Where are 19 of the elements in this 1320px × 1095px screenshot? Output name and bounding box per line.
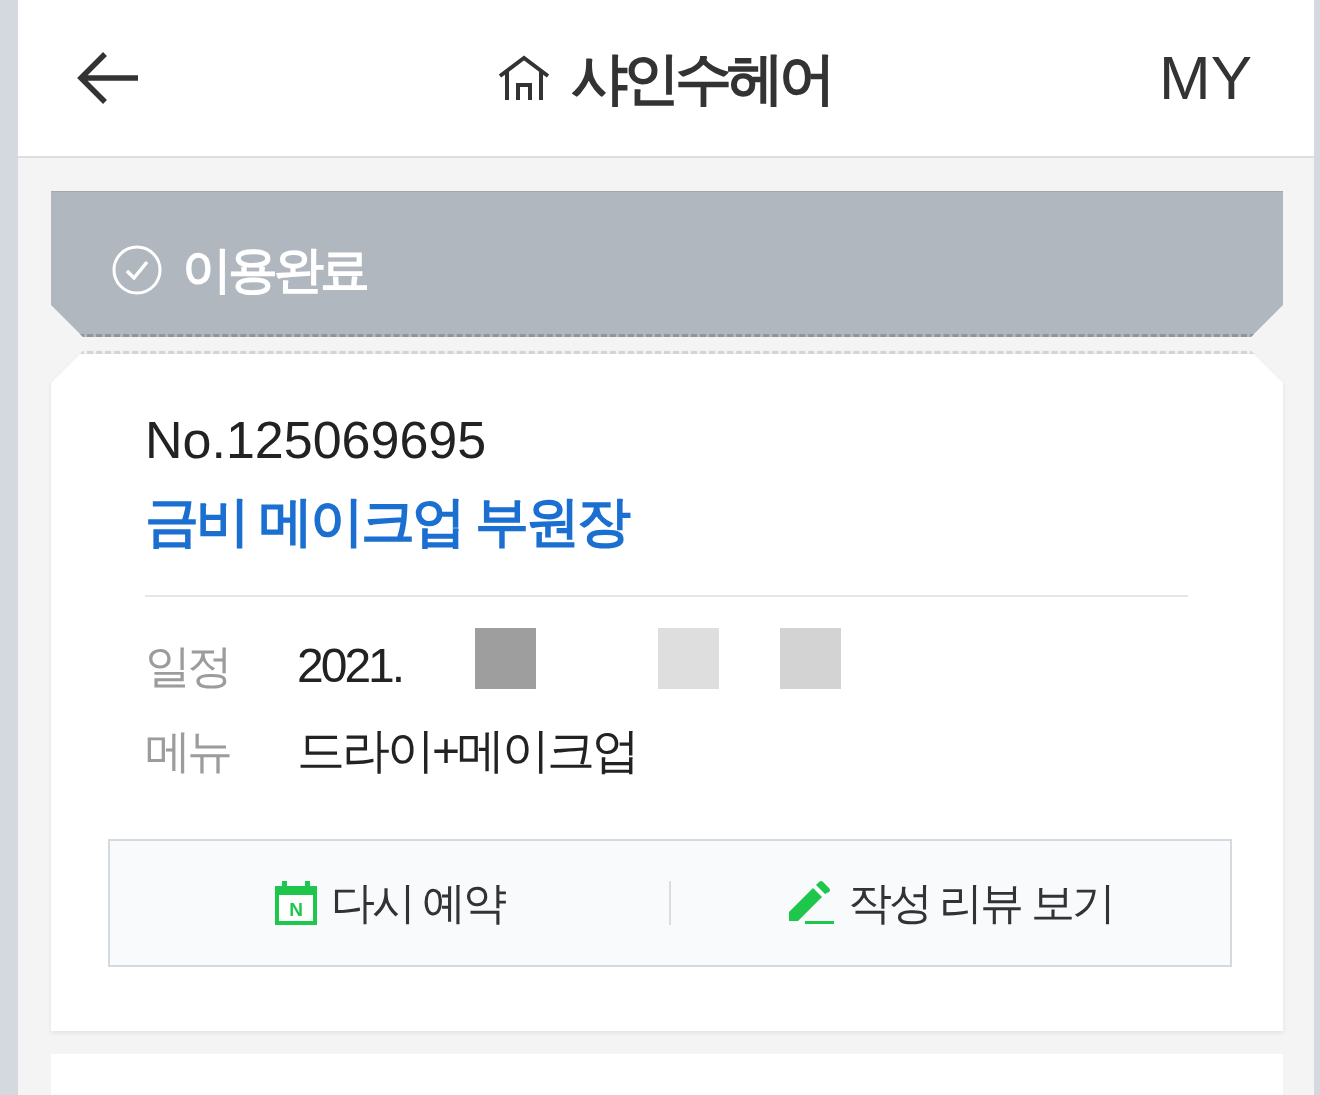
redaction-block xyxy=(475,628,537,689)
my-page-link[interactable]: MY xyxy=(1159,47,1252,109)
home-icon xyxy=(496,55,551,101)
detail-label: 일정 xyxy=(145,642,230,689)
detail-label: 메뉴 xyxy=(145,727,231,774)
status-label: 이용완료 xyxy=(182,245,366,295)
detail-value: 드라이+메이크업 xyxy=(297,726,638,775)
pencil-icon xyxy=(788,881,835,925)
redaction-block xyxy=(658,628,720,689)
detail-value: 2021. xyxy=(297,641,403,690)
left-arrow-icon xyxy=(75,50,139,106)
redaction-block xyxy=(780,628,842,689)
shop-name-link[interactable]: 금비 메이크업 부원장 xyxy=(145,488,628,554)
view-review-button[interactable]: 작성 리뷰 보기 xyxy=(671,841,1230,965)
check-circle-icon xyxy=(112,245,162,295)
header-title: 샤인수헤어 xyxy=(570,49,831,107)
reservation-number: No.125069695 xyxy=(145,410,488,470)
back-button[interactable] xyxy=(75,50,139,106)
rebook-button[interactable]: N 다시 예약 xyxy=(110,841,669,965)
